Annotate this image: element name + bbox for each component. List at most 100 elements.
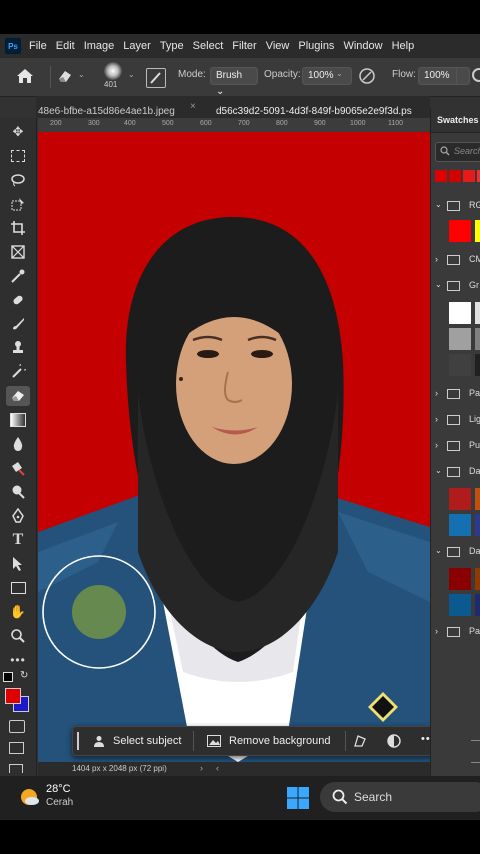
swatch[interactable]: [449, 514, 471, 536]
swatch[interactable]: [475, 302, 480, 324]
object-select-tool-icon[interactable]: [6, 194, 30, 214]
screen-mode-icon[interactable]: [9, 742, 24, 754]
swatch[interactable]: [475, 488, 480, 510]
swatch-search-input[interactable]: Search: [435, 142, 480, 162]
default-colors-icon[interactable]: [3, 672, 13, 682]
swatch-group-rgb[interactable]: ⌄ RG: [431, 196, 480, 216]
clone-stamp-tool-icon[interactable]: [6, 338, 30, 358]
swatch-group-grayscale[interactable]: ⌄ Gr: [431, 276, 480, 296]
zoom-tool-icon[interactable]: [6, 626, 30, 646]
menu-edit[interactable]: Edit: [56, 40, 75, 52]
menu-layer[interactable]: Layer: [123, 40, 151, 52]
foreground-color-swatch[interactable]: [5, 688, 21, 704]
marquee-tool-icon[interactable]: [6, 146, 30, 166]
canvas[interactable]: [38, 132, 430, 762]
menu-select[interactable]: Select: [193, 40, 224, 52]
menu-plugins[interactable]: Plugins: [298, 40, 334, 52]
menu-help[interactable]: Help: [392, 40, 415, 52]
menu-file[interactable]: File: [29, 40, 47, 52]
weather-icon[interactable]: [18, 786, 40, 813]
eraser-tool-icon[interactable]: [6, 386, 30, 406]
photoshop-window: Ps File Edit Image Layer Type Select Fil…: [0, 34, 480, 776]
panel-title[interactable]: Swatches: [437, 115, 479, 125]
rectangle-tool-icon[interactable]: [6, 578, 30, 598]
flow-field[interactable]: 100%: [418, 67, 460, 85]
swatch[interactable]: [475, 354, 480, 376]
brush-settings-icon[interactable]: [146, 68, 166, 88]
swatch[interactable]: [449, 302, 471, 324]
brush-tool-icon[interactable]: [6, 314, 30, 334]
chevron-down-icon[interactable]: ⌄: [128, 70, 135, 79]
taskbar-search[interactable]: Search: [320, 782, 480, 812]
select-subject-button[interactable]: Select subject: [87, 731, 189, 751]
move-tool-icon[interactable]: ✥: [6, 122, 30, 142]
swatch[interactable]: [475, 328, 480, 350]
eyedropper-tool-icon[interactable]: [6, 266, 30, 286]
menu-filter[interactable]: Filter: [232, 40, 256, 52]
swatch[interactable]: [449, 354, 471, 376]
windows-start-icon[interactable]: [287, 787, 309, 814]
swatch-group-pastel[interactable]: › Pa: [431, 384, 480, 404]
menu-window[interactable]: Window: [343, 40, 382, 52]
chevron-right-icon[interactable]: ›: [200, 763, 203, 773]
swatch[interactable]: [475, 568, 480, 590]
brush-preview[interactable]: [104, 62, 122, 80]
quick-mask-icon[interactable]: [9, 720, 25, 733]
eraser-tool-icon[interactable]: [56, 69, 74, 86]
chevron-down-icon[interactable]: [456, 67, 470, 85]
sponge-tool-icon[interactable]: [6, 482, 30, 502]
path-selection-tool-icon[interactable]: [6, 554, 30, 574]
swatch[interactable]: [449, 488, 471, 510]
blur-tool-icon[interactable]: [6, 434, 30, 454]
swatch[interactable]: [475, 220, 480, 242]
flow-value: 100%: [424, 70, 450, 81]
swatch[interactable]: [449, 594, 471, 616]
opacity-field[interactable]: 100%: [302, 67, 352, 85]
pen-tool-icon[interactable]: [6, 506, 30, 526]
menu-view[interactable]: View: [266, 40, 290, 52]
gradient-tool-icon[interactable]: [6, 410, 30, 430]
chevron-down-icon[interactable]: ⌄: [336, 69, 343, 78]
swatch[interactable]: [449, 170, 461, 182]
transform-icon[interactable]: [353, 734, 367, 751]
swatch-group-dark[interactable]: ⌄ Da: [431, 462, 480, 482]
airbrush-icon[interactable]: [472, 68, 480, 82]
swatch[interactable]: [449, 568, 471, 590]
swatch[interactable]: [435, 170, 447, 182]
drag-handle[interactable]: [77, 732, 79, 750]
history-brush-tool-icon[interactable]: [6, 362, 30, 382]
swatch[interactable]: [463, 170, 475, 182]
swap-colors-icon[interactable]: ↻: [20, 670, 28, 681]
pressure-opacity-icon[interactable]: [358, 67, 376, 88]
swatch-group-pale[interactable]: › Pa: [431, 622, 480, 642]
swatch-group-darker[interactable]: ⌄ Da: [431, 542, 480, 562]
menu-image[interactable]: Image: [84, 40, 115, 52]
healing-brush-tool-icon[interactable]: [6, 290, 30, 310]
options-bar: ⌄ 401 ⌄ Mode: Brush ⌄ Opacity: 100% ⌄ Fl…: [0, 58, 480, 97]
divider: [50, 66, 51, 88]
tab-close-icon[interactable]: ×: [190, 101, 196, 112]
more-tools-icon[interactable]: •••: [6, 650, 30, 670]
edit-toolbar-icon[interactable]: [9, 764, 23, 773]
swatch-group-cmyk[interactable]: › CM: [431, 250, 480, 270]
crop-tool-icon[interactable]: [6, 218, 30, 238]
menu-type[interactable]: Type: [160, 40, 184, 52]
swatch[interactable]: [475, 594, 480, 616]
ruler-tick: 700: [238, 120, 250, 127]
lasso-tool-icon[interactable]: [6, 170, 30, 190]
swatch-group-pure[interactable]: › Pu: [431, 436, 480, 456]
mode-dropdown[interactable]: Brush ⌄: [210, 67, 258, 97]
swatch[interactable]: [449, 220, 471, 242]
chevron-left-icon[interactable]: ‹: [216, 763, 219, 773]
swatch[interactable]: [449, 328, 471, 350]
frame-tool-icon[interactable]: [6, 242, 30, 262]
hand-tool-icon[interactable]: ✋: [6, 602, 30, 622]
home-icon[interactable]: [16, 68, 34, 87]
swatch[interactable]: [475, 514, 480, 536]
adjustment-icon[interactable]: [387, 734, 401, 751]
type-tool-icon[interactable]: T: [6, 530, 30, 550]
chevron-down-icon[interactable]: ⌄: [78, 70, 85, 79]
swatch-group-light[interactable]: › Lig: [431, 410, 480, 430]
dodge-tool-icon[interactable]: [6, 458, 30, 478]
remove-background-button[interactable]: Remove background: [201, 731, 335, 751]
